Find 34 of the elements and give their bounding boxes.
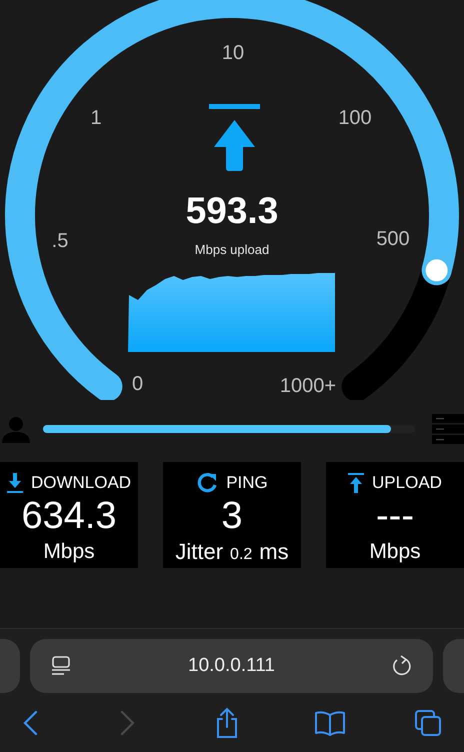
result-value: 634.3 <box>21 494 117 539</box>
share-icon[interactable] <box>214 706 240 738</box>
jitter-value: 0.2 <box>230 545 252 565</box>
tabs-icon[interactable] <box>414 708 442 736</box>
refresh-icon <box>196 472 218 494</box>
speed-unit: Mbps upload <box>194 241 270 259</box>
card-label: DOWNLOAD <box>30 472 132 494</box>
scale-label: 1000+ <box>280 375 336 397</box>
result-unit: Mbps <box>43 539 95 565</box>
address-bar[interactable]: 10.0.0.111 <box>30 639 433 693</box>
card-label: PING <box>226 472 268 494</box>
scale-label: .5 <box>52 230 68 252</box>
result-unit: Mbps <box>369 539 421 565</box>
reader-icon[interactable] <box>50 655 72 677</box>
result-value: --- <box>376 494 414 539</box>
bookmarks-icon[interactable] <box>314 710 346 736</box>
back-icon[interactable] <box>22 710 40 736</box>
scale-label: 1 <box>90 107 102 129</box>
jitter-label: Jitter <box>175 539 224 565</box>
upload-icon <box>209 104 260 171</box>
scale-label: 100 <box>338 107 372 129</box>
card-label: UPLOAD <box>372 472 442 494</box>
scale-label: 0 <box>132 373 144 395</box>
jitter-unit: ms <box>259 539 289 565</box>
user-icon <box>2 415 30 443</box>
server-icon <box>432 414 464 444</box>
scale-label: 10 <box>222 42 244 64</box>
result-value: 3 <box>221 494 243 539</box>
download-icon <box>6 473 23 493</box>
scale-label: 500 <box>376 228 410 250</box>
reload-icon[interactable] <box>391 655 413 677</box>
upload-icon <box>348 473 364 493</box>
url-text[interactable]: 10.0.0.111 <box>72 652 391 680</box>
speed-value: 593.3 <box>186 189 278 233</box>
